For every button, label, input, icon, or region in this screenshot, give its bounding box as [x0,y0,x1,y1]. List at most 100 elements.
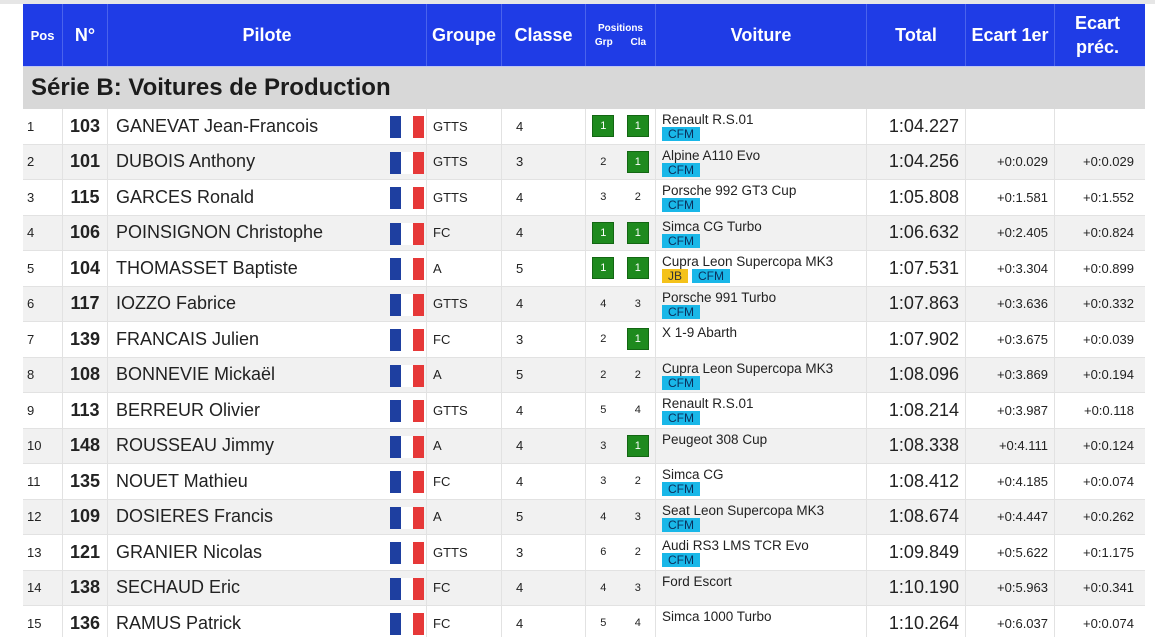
position-cla: 4 [634,404,641,417]
cell-positions: 43 [586,570,656,605]
france-flag-icon [390,329,424,351]
car-tag-cfm: CFM [662,127,700,141]
col-header-ecart-1er[interactable]: Ecart 1er [966,4,1055,66]
col-header-pilote[interactable]: Pilote [108,4,427,66]
table-row[interactable]: 2 101 DUBOIS Anthony GTTS 3 2 1 Alpine A110 Evo… [23,144,1145,180]
position-grp: 1 [592,221,615,244]
pilote-name: NOUET Mathieu [116,470,248,491]
cell-ecart-prec: +0:1.552 [1083,189,1134,205]
cell-ecart-prec: +0:0.194 [1083,367,1134,383]
cell-total: 1:10.264 [867,606,966,637]
position-grp: 3 [600,439,607,452]
car-tag-cfm: CFM [662,304,700,319]
car-name: Cupra Leon Supercopa MK3 [662,254,834,269]
cell-pos: 13 [23,535,63,570]
position-cla: 1 [626,257,649,280]
col-header-pos[interactable]: Pos [23,4,63,66]
cell-groupe: FC [427,464,502,499]
cell-num: 103 [63,109,108,144]
col-header-classe[interactable]: Classe [502,4,586,66]
table-row[interactable]: 1 103 GANEVAT Jean-Francois GTTS 4 1 1 Renault … [23,109,1145,145]
position-cla: 4 [634,617,641,630]
cell-pilote: POINSIGNON Christophe [108,215,427,250]
car-tags: CFM [662,127,700,141]
cell-groupe: GTTS [427,535,502,570]
position-grp: 3 [600,191,607,204]
table-row[interactable]: 12 109 DOSIERES Francis A 5 4 3 Seat Leon Super… [23,499,1145,535]
col-header-positions[interactable]: Positions Grp Cla [586,4,656,66]
cell-total: 1:05.808 [867,180,966,215]
cell-pos: 15 [23,606,63,637]
cell-positions: 21 [586,322,656,357]
cell-groupe: FC [427,322,502,357]
cell-total: 1:06.632 [867,215,966,250]
table-row[interactable]: 5 104 THOMASSET Baptiste A 5 1 1 Cupra Leon Sup… [23,251,1145,287]
cell-num: 138 [63,570,108,605]
cell-positions: 11 [586,109,656,144]
cell-ecart-1er: +0:4.185 [966,464,1055,499]
table-row[interactable]: 6 117 IOZZO Fabrice GTTS 4 4 3 Porsche 991 Turb… [23,286,1145,322]
position-grp: 2 [600,333,607,346]
table-row[interactable]: 7 139 FRANCAIS Julien FC 3 2 1 X 1-9 Abarth 1:07… [23,322,1145,358]
table-row[interactable]: 3 115 GARCES Ronald GTTS 4 3 2 Porsche 992 GT3 … [23,180,1145,216]
cell-pilote: NOUET Mathieu [108,464,427,499]
cell-ecart-prec: +0:0.039 [1083,331,1134,347]
cell-total: 1:10.190 [867,570,966,605]
cell-ecart-prec [1055,109,1140,144]
position-cla: 2 [634,368,641,381]
cell-num: 115 [63,180,108,215]
cell-pilote: GANEVAT Jean-Francois [108,109,427,144]
cell-voiture: Cupra Leon Supercopa MK3 JB CFM [656,251,867,286]
cell-ecart-1er: +0:2.405 [966,215,1055,250]
cell-positions: 32 [586,180,656,215]
col-header-total[interactable]: Total [867,4,966,66]
position-grp: 2 [600,155,607,168]
table-row[interactable]: 8 108 BONNEVIE Mickaël A 5 2 2 Cupra Leon Super… [23,357,1145,393]
cell-positions: 43 [586,286,656,321]
france-flag-icon [390,187,424,209]
col-header-ecart-prec[interactable]: Ecart préc. [1055,4,1140,66]
cell-num: 101 [63,144,108,179]
cell-voiture: Porsche 992 GT3 Cup CFM [656,180,867,215]
cell-pilote: RAMUS Patrick [108,606,427,637]
cell-num: 108 [63,357,108,392]
cell-positions: 22 [586,357,656,392]
cell-pos: 12 [23,499,63,534]
cell-pilote: ROUSSEAU Jimmy [108,428,427,463]
cell-total: 1:08.096 [867,357,966,392]
cell-positions: 32 [586,464,656,499]
ecart-prec-line2: préc. [1075,37,1120,57]
table-row[interactable]: 11 135 NOUET Mathieu FC 4 3 2 Simca CG CFM 1:08.4… [23,464,1145,500]
table-row[interactable]: 9 113 BERREUR Olivier GTTS 4 5 4 Renault R.S.01… [23,393,1145,429]
cell-num: 135 [63,464,108,499]
cell-groupe: GTTS [427,393,502,428]
position-grp: 4 [600,297,607,310]
car-name: Ford Escort [662,573,732,589]
cell-ecart-1er: +0:5.622 [966,535,1055,570]
pilote-name: ROUSSEAU Jimmy [116,435,275,456]
cell-classe: 5 [502,357,586,392]
position-grp: 2 [600,368,607,381]
table-row[interactable]: 4 106 POINSIGNON Christophe FC 4 1 1 Simca CG T… [23,215,1145,251]
car-tag-cfm: CFM [662,517,700,532]
cell-ecart-prec: +0:0.824 [1083,225,1134,241]
position-grp: 3 [600,475,607,488]
col-header-num[interactable]: N° [63,4,108,66]
pilote-name: IOZZO Fabrice [116,293,237,314]
col-header-voiture[interactable]: Voiture [656,4,867,66]
france-flag-icon [390,613,424,635]
col-header-groupe[interactable]: Groupe [427,4,502,66]
car-tags: CFM [662,411,700,425]
cell-ecart-prec: +0:0.262 [1083,509,1134,525]
table-row[interactable]: 13 121 GRANIER Nicolas GTTS 3 6 2 Audi RS3 LMS … [23,535,1145,571]
table-row[interactable]: 15 136 RAMUS Patrick FC 4 5 4 Simca 1000 Turbo 1… [23,606,1145,637]
position-grp: 4 [600,510,607,523]
cell-ecart-prec: +0:0.029 [1083,154,1134,170]
cell-pos: 6 [23,286,63,321]
cell-classe: 3 [502,144,586,179]
table-row[interactable]: 10 148 ROUSSEAU Jimmy A 4 3 1 Peugeot 308 Cup 1:… [23,428,1145,464]
france-flag-icon [390,116,424,138]
table-row[interactable]: 14 138 SECHAUD Eric FC 4 4 3 Ford Escort 1:10.19… [23,570,1145,606]
cell-ecart-1er: +0:3.304 [966,251,1055,286]
cell-ecart-prec: +0:0.074 [1083,473,1134,489]
